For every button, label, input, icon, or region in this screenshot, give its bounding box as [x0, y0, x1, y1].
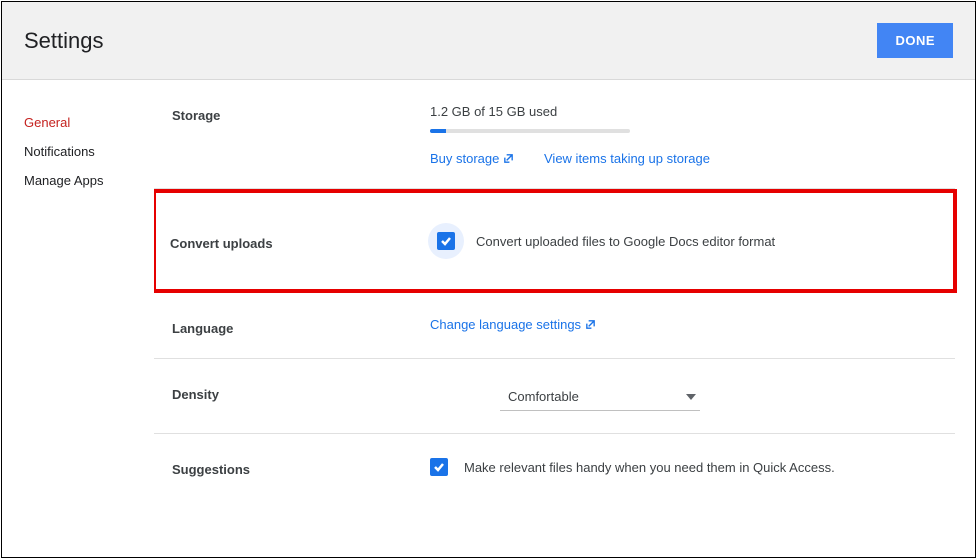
check-icon [440, 235, 452, 247]
suggestions-checkbox[interactable] [430, 458, 448, 476]
density-select[interactable]: Comfortable [500, 383, 700, 411]
change-language-text: Change language settings [430, 317, 581, 332]
checkbox-halo [428, 223, 464, 259]
language-content: Change language settings [430, 317, 937, 332]
body: General Notifications Manage Apps Storag… [2, 80, 975, 557]
density-label: Density [172, 383, 430, 402]
settings-dialog: Settings DONE General Notifications Mana… [1, 1, 976, 558]
suggestions-label: Suggestions [172, 458, 430, 477]
convert-uploads-content: Convert uploaded files to Google Docs ed… [428, 223, 939, 259]
storage-usage-text: 1.2 GB of 15 GB used [430, 104, 937, 119]
row-storage: Storage 1.2 GB of 15 GB used Buy storage… [154, 80, 955, 189]
convert-uploads-label: Convert uploads [170, 232, 428, 251]
buy-storage-text: Buy storage [430, 151, 499, 166]
sidebar-item-general[interactable]: General [24, 108, 154, 137]
external-link-icon [503, 153, 514, 164]
change-language-link[interactable]: Change language settings [430, 317, 596, 332]
sidebar-item-notifications[interactable]: Notifications [24, 137, 154, 166]
external-link-icon [585, 319, 596, 330]
storage-progress-fill [430, 129, 446, 133]
sidebar: General Notifications Manage Apps [2, 80, 154, 557]
convert-uploads-checkbox-wrap: Convert uploaded files to Google Docs ed… [428, 223, 775, 259]
storage-progress [430, 129, 630, 133]
chevron-down-icon [686, 394, 696, 400]
language-label: Language [172, 317, 430, 336]
done-button[interactable]: DONE [877, 23, 953, 58]
content: Storage 1.2 GB of 15 GB used Buy storage… [154, 80, 975, 557]
suggestions-content: Make relevant files handy when you need … [430, 458, 937, 476]
view-storage-items-link[interactable]: View items taking up storage [544, 151, 710, 166]
suggestions-checkbox-wrap: Make relevant files handy when you need … [430, 458, 835, 476]
storage-content: 1.2 GB of 15 GB used Buy storage View it… [430, 104, 937, 166]
density-select-value: Comfortable [508, 389, 579, 404]
view-storage-items-text: View items taking up storage [544, 151, 710, 166]
check-icon [433, 461, 445, 473]
row-density: Density Comfortable [154, 359, 955, 434]
suggestions-checkbox-label: Make relevant files handy when you need … [464, 460, 835, 475]
convert-uploads-checkbox[interactable] [437, 232, 455, 250]
storage-label: Storage [172, 104, 430, 123]
row-convert-uploads: Convert uploads Convert uploaded files t… [154, 189, 957, 293]
row-language: Language Change language settings [154, 293, 955, 359]
convert-uploads-checkbox-label: Convert uploaded files to Google Docs ed… [476, 234, 775, 249]
header: Settings DONE [2, 2, 975, 80]
row-suggestions: Suggestions Make relevant files handy wh… [154, 434, 955, 499]
sidebar-item-manage-apps[interactable]: Manage Apps [24, 166, 154, 195]
page-title: Settings [24, 28, 104, 54]
buy-storage-link[interactable]: Buy storage [430, 151, 514, 166]
density-content: Comfortable [430, 383, 937, 411]
